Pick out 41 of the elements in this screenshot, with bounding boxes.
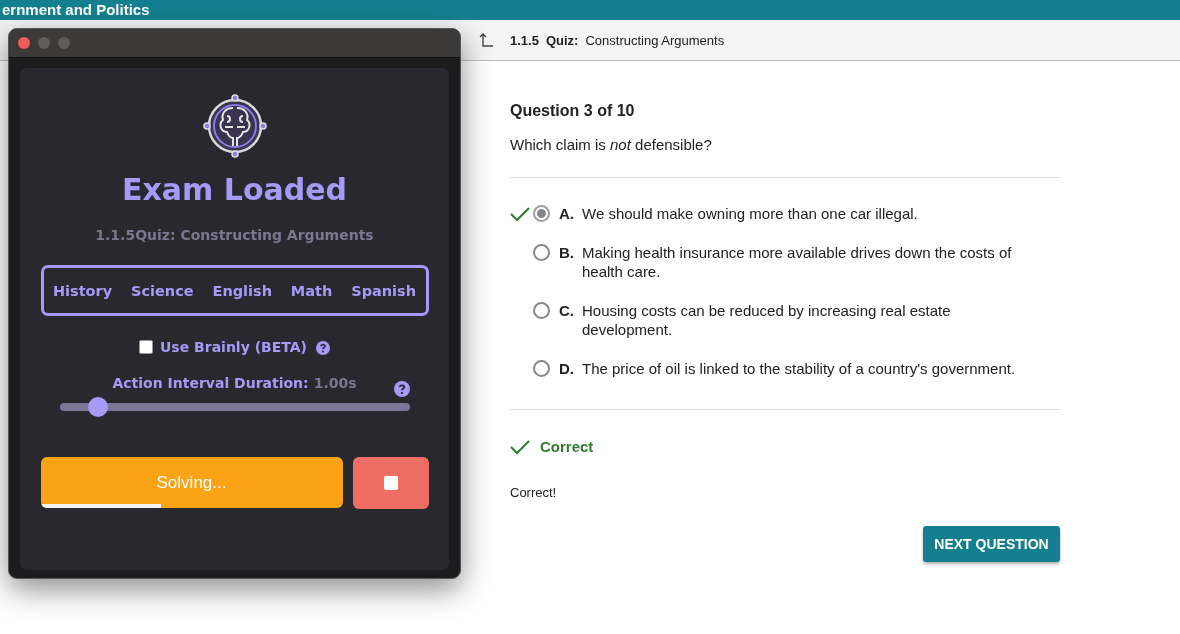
option-letter: C. [559, 301, 575, 320]
brainly-checkbox[interactable] [139, 339, 153, 354]
option-text: Housing costs can be reduced by increasing real estate development. [582, 301, 952, 339]
quiz-name: 1.1.5Quiz: Constructing Arguments [95, 227, 374, 243]
up-arrow-icon[interactable] [478, 33, 494, 47]
radio-button[interactable] [533, 360, 550, 377]
option-text: Making health insurance more available drives down the costs of health care. [582, 243, 1013, 281]
subject-tab[interactable]: Science [131, 282, 194, 299]
radio-button[interactable] [533, 302, 550, 319]
question-counter: Question 3 of 10 [510, 102, 636, 120]
subject-tab[interactable]: Math [290, 282, 333, 299]
lesson-number: 1.1.5 [510, 32, 539, 48]
feedback-status: Correct [540, 438, 594, 455]
radio-button[interactable] [533, 244, 550, 261]
close-button[interactable] [18, 37, 30, 49]
course-title: ernment and Politics [1, 0, 151, 20]
lesson-type: Quiz: [545, 32, 579, 48]
lesson-title: Constructing Arguments [585, 32, 725, 48]
next-question-button[interactable]: NEXT QUESTION [923, 526, 1060, 562]
interval-value: 1.00s [313, 375, 357, 391]
option-letter: A. [559, 204, 575, 223]
option-text: The price of oil is linked to the stability of a country's government. [582, 359, 1016, 378]
option-text: We should make owning more than one car illegal. [582, 204, 918, 223]
subject-tab[interactable]: History [52, 282, 113, 299]
brain-circuit-logo-drawing [202, 94, 267, 158]
option-letter: D. [559, 359, 575, 378]
brainly-label: Use Brainly (BETA) [160, 338, 307, 355]
interval-slider-thumb[interactable] [88, 397, 108, 417]
radio-button[interactable] [533, 205, 550, 222]
question-prompt: Which claim is not defensible? [510, 136, 713, 153]
interval-label: Action Interval Duration: [112, 375, 309, 391]
help-icon[interactable] [316, 341, 330, 355]
stop-icon [383, 476, 398, 490]
subject-tab[interactable]: Spanish [351, 282, 417, 299]
stop-button[interactable] [352, 457, 429, 509]
help-icon[interactable] [393, 381, 410, 397]
check-icon [510, 438, 530, 455]
status-title: Exam Loaded [121, 172, 348, 207]
subject-tab[interactable]: English [212, 282, 272, 299]
option-letter: B. [559, 243, 575, 262]
feedback-message: Correct! [510, 485, 558, 500]
